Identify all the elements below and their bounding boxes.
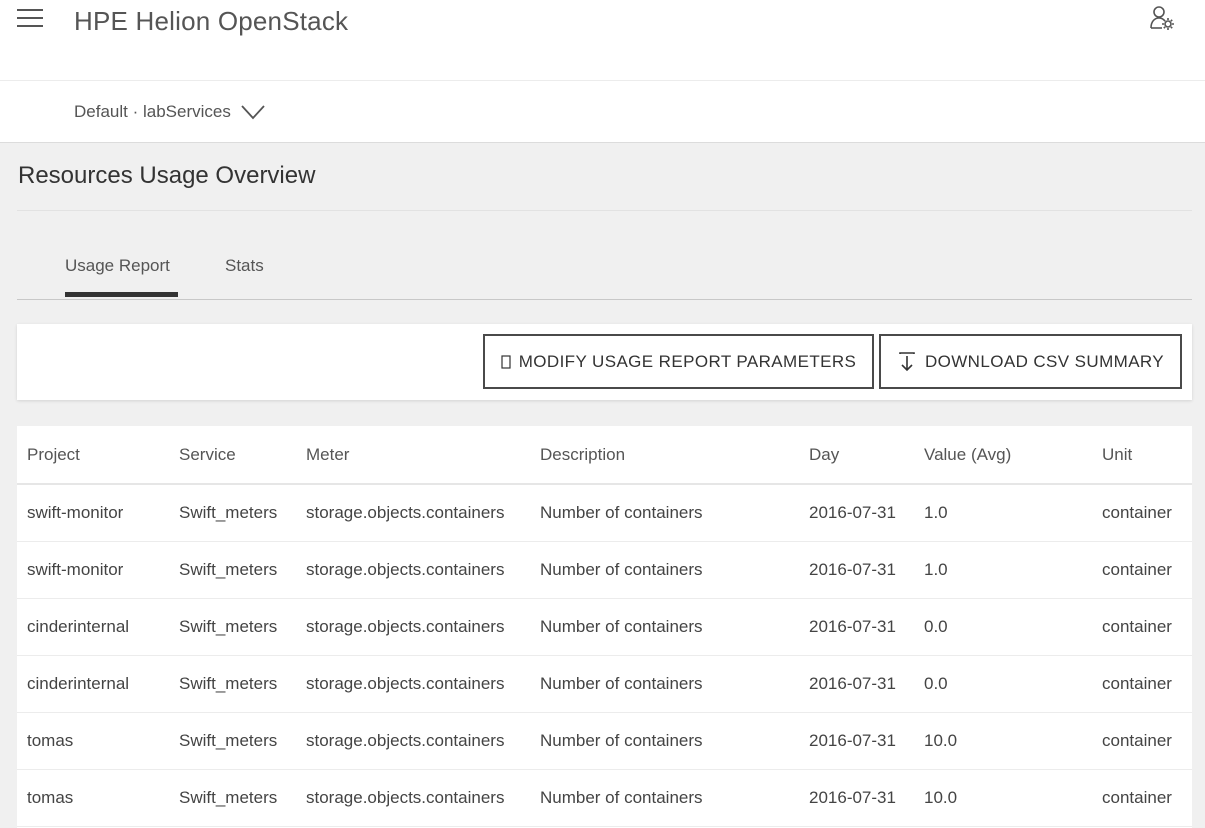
tab-bar: Usage Report Stats [17, 250, 1192, 300]
cell-day: 2016-07-31 [799, 769, 914, 827]
cell-project: tomas [17, 712, 169, 770]
cell-description: Number of containers [530, 541, 799, 599]
table-row: cinderinternal Swift_meters storage.obje… [17, 655, 1192, 713]
modify-button-label: MODIFY USAGE REPORT PARAMETERS [518, 351, 857, 371]
cell-project: swift-monitor [17, 484, 169, 542]
column-header-value-avg[interactable]: Value (Avg) [914, 426, 1092, 485]
report-toolbar: MODIFY USAGE REPORT PARAMETERS DOWNLOAD … [17, 324, 1192, 400]
top-bar: HPE Helion OpenStack Default · labServic… [0, 0, 1205, 143]
cell-project: cinderinternal [17, 598, 169, 656]
column-header-day[interactable]: Day [799, 426, 914, 485]
column-header-meter[interactable]: Meter [296, 426, 530, 485]
cell-service: Swift_meters [169, 769, 296, 827]
cell-day: 2016-07-31 [799, 655, 914, 713]
cell-unit: container [1092, 484, 1192, 542]
cell-description: Number of containers [530, 769, 799, 827]
cell-day: 2016-07-31 [799, 541, 914, 599]
table-row: tomas Swift_meters storage.objects.conta… [17, 769, 1192, 827]
cell-project: tomas [17, 769, 169, 827]
table-row: swift-monitor Swift_meters storage.objec… [17, 541, 1192, 599]
column-header-unit[interactable]: Unit [1092, 426, 1192, 485]
project-selector[interactable]: Default · labServices [74, 98, 265, 126]
cell-value: 0.0 [914, 598, 1092, 656]
table-row: swift-monitor Swift_meters storage.objec… [17, 484, 1192, 542]
cell-day: 2016-07-31 [799, 484, 914, 542]
cell-project: swift-monitor [17, 541, 169, 599]
project-selector-label: Default · labServices [74, 102, 231, 121]
cell-description: Number of containers [530, 484, 799, 542]
cell-service: Swift_meters [169, 712, 296, 770]
cell-value: 1.0 [914, 484, 1092, 542]
cell-unit: container [1092, 541, 1192, 599]
column-header-service[interactable]: Service [169, 426, 296, 485]
cell-project: cinderinternal [17, 655, 169, 713]
tab-usage-report[interactable]: Usage Report [65, 256, 170, 276]
download-button-label: DOWNLOAD CSV SUMMARY [924, 351, 1165, 371]
placeholder-box-icon [501, 354, 511, 369]
column-header-description[interactable]: Description [530, 426, 799, 485]
usage-table-card: Project Service Meter Description Day Va… [17, 426, 1192, 828]
modify-usage-report-parameters-button[interactable]: MODIFY USAGE REPORT PARAMETERS [483, 334, 874, 389]
table-row: cinderinternal Swift_meters storage.obje… [17, 598, 1192, 656]
download-icon [897, 351, 917, 372]
tab-stats[interactable]: Stats [225, 256, 264, 276]
cell-unit: container [1092, 655, 1192, 713]
cell-unit: container [1092, 598, 1192, 656]
cell-service: Swift_meters [169, 598, 296, 656]
cell-day: 2016-07-31 [799, 712, 914, 770]
chevron-down-icon [241, 105, 265, 120]
cell-service: Swift_meters [169, 655, 296, 713]
usage-table: Project Service Meter Description Day Va… [17, 426, 1192, 827]
cell-meter: storage.objects.containers [296, 598, 530, 656]
download-csv-summary-button[interactable]: DOWNLOAD CSV SUMMARY [879, 334, 1182, 389]
column-header-project[interactable]: Project [17, 426, 169, 485]
cell-value: 1.0 [914, 541, 1092, 599]
cell-meter: storage.objects.containers [296, 655, 530, 713]
cell-unit: container [1092, 769, 1192, 827]
title-divider [17, 210, 1192, 211]
cell-meter: storage.objects.containers [296, 484, 530, 542]
cell-meter: storage.objects.containers [296, 541, 530, 599]
cell-service: Swift_meters [169, 541, 296, 599]
cell-value: 10.0 [914, 712, 1092, 770]
active-tab-indicator [65, 292, 178, 297]
cell-meter: storage.objects.containers [296, 712, 530, 770]
cell-value: 10.0 [914, 769, 1092, 827]
cell-service: Swift_meters [169, 484, 296, 542]
page-title: Resources Usage Overview [18, 162, 316, 189]
cell-description: Number of containers [530, 655, 799, 713]
cell-description: Number of containers [530, 598, 799, 656]
cell-description: Number of containers [530, 712, 799, 770]
cell-value: 0.0 [914, 655, 1092, 713]
app-title: HPE Helion OpenStack [74, 6, 349, 36]
topbar-divider [0, 80, 1205, 81]
hamburger-icon[interactable] [17, 7, 43, 29]
user-settings-icon[interactable] [1148, 4, 1176, 32]
cell-unit: container [1092, 712, 1192, 770]
cell-day: 2016-07-31 [799, 598, 914, 656]
table-row: tomas Swift_meters storage.objects.conta… [17, 712, 1192, 770]
cell-meter: storage.objects.containers [296, 769, 530, 827]
table-header-row: Project Service Meter Description Day Va… [17, 426, 1192, 485]
